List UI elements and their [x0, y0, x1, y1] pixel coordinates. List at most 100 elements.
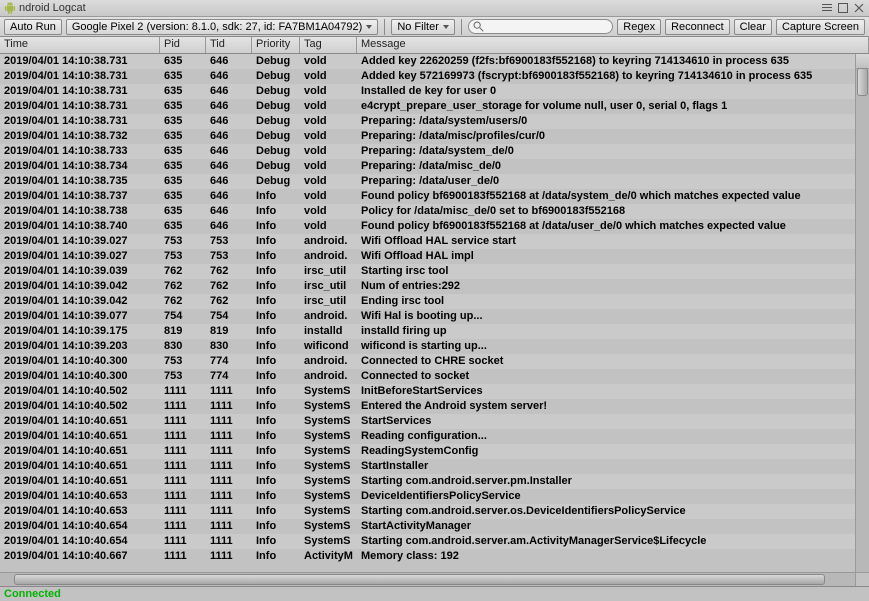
table-row[interactable]: 2019/04/01 14:10:38.731635646DebugvoldAd… — [0, 54, 855, 69]
cell: Found policy bf6900183f552168 at /data/u… — [357, 219, 855, 234]
filter-dropdown[interactable]: No Filter — [391, 19, 455, 35]
log-table: Time Pid Tid Priority Tag Message 2019/0… — [0, 37, 869, 586]
cell: 646 — [206, 159, 252, 174]
cell: vold — [300, 204, 357, 219]
search-input-wrap[interactable] — [468, 19, 613, 34]
cell: android. — [300, 309, 357, 324]
table-row[interactable]: 2019/04/01 14:10:38.735635646DebugvoldPr… — [0, 174, 855, 189]
cell: 2019/04/01 14:10:38.732 — [0, 129, 160, 144]
table-row[interactable]: 2019/04/01 14:10:40.65111111111InfoSyste… — [0, 459, 855, 474]
cell: Preparing: /data/user_de/0 — [357, 174, 855, 189]
cell: 2019/04/01 14:10:39.039 — [0, 264, 160, 279]
table-row[interactable]: 2019/04/01 14:10:40.65111111111InfoSyste… — [0, 474, 855, 489]
cell: Wifi Offload HAL service start — [357, 234, 855, 249]
cell: Info — [252, 204, 300, 219]
regex-button[interactable]: Regex — [617, 19, 661, 35]
cell: SystemS — [300, 489, 357, 504]
table-row[interactable]: 2019/04/01 14:10:38.731635646DebugvoldPr… — [0, 114, 855, 129]
cell: Policy for /data/misc_de/0 set to bf6900… — [357, 204, 855, 219]
cell: DeviceIdentifiersPolicyService — [357, 489, 855, 504]
cell: vold — [300, 69, 357, 84]
table-row[interactable]: 2019/04/01 14:10:39.077754754Infoandroid… — [0, 309, 855, 324]
table-row[interactable]: 2019/04/01 14:10:40.300753774Infoandroid… — [0, 354, 855, 369]
table-row[interactable]: 2019/04/01 14:10:39.175819819Infoinstall… — [0, 324, 855, 339]
cell: 1111 — [160, 489, 206, 504]
cell: Info — [252, 294, 300, 309]
reconnect-button[interactable]: Reconnect — [665, 19, 730, 35]
table-row[interactable]: 2019/04/01 14:10:39.027753753Infoandroid… — [0, 249, 855, 264]
table-row[interactable]: 2019/04/01 14:10:38.740635646InfovoldFou… — [0, 219, 855, 234]
cell: Debug — [252, 114, 300, 129]
scroll-thumb[interactable] — [14, 574, 825, 585]
cell: 2019/04/01 14:10:40.653 — [0, 504, 160, 519]
col-pid[interactable]: Pid — [160, 37, 206, 53]
capture-screen-button[interactable]: Capture Screen — [776, 19, 865, 35]
cell: Preparing: /data/misc/profiles/cur/0 — [357, 129, 855, 144]
search-input[interactable] — [484, 21, 608, 33]
table-row[interactable]: 2019/04/01 14:10:40.65111111111InfoSyste… — [0, 444, 855, 459]
cell: 2019/04/01 14:10:38.731 — [0, 54, 160, 69]
table-row[interactable]: 2019/04/01 14:10:38.731635646Debugvolde4… — [0, 99, 855, 114]
close-icon[interactable] — [853, 2, 865, 14]
cell: Info — [252, 429, 300, 444]
cell: irsc_util — [300, 264, 357, 279]
table-row[interactable]: 2019/04/01 14:10:40.50211111111InfoSyste… — [0, 384, 855, 399]
cell: 762 — [160, 264, 206, 279]
table-row[interactable]: 2019/04/01 14:10:38.732635646DebugvoldPr… — [0, 129, 855, 144]
cell: 1111 — [206, 489, 252, 504]
scroll-thumb[interactable] — [857, 68, 868, 96]
table-row[interactable]: 2019/04/01 14:10:40.65411111111InfoSyste… — [0, 519, 855, 534]
table-row[interactable]: 2019/04/01 14:10:40.65411111111InfoSyste… — [0, 534, 855, 549]
table-row[interactable]: 2019/04/01 14:10:40.66711111111InfoActiv… — [0, 549, 855, 564]
table-body: 2019/04/01 14:10:38.731635646DebugvoldAd… — [0, 54, 855, 572]
cell: StartActivityManager — [357, 519, 855, 534]
table-row[interactable]: 2019/04/01 14:10:40.65311111111InfoSyste… — [0, 504, 855, 519]
cell: 1111 — [206, 459, 252, 474]
cell: vold — [300, 54, 357, 69]
col-tid[interactable]: Tid — [206, 37, 252, 53]
cell: vold — [300, 189, 357, 204]
cell: 774 — [206, 354, 252, 369]
table-row[interactable]: 2019/04/01 14:10:39.027753753Infoandroid… — [0, 234, 855, 249]
cell: 635 — [160, 204, 206, 219]
table-row[interactable]: 2019/04/01 14:10:38.731635646DebugvoldAd… — [0, 69, 855, 84]
col-priority[interactable]: Priority — [252, 37, 300, 53]
cell: Info — [252, 234, 300, 249]
cell: e4crypt_prepare_user_storage for volume … — [357, 99, 855, 114]
auto-run-button[interactable]: Auto Run — [4, 19, 62, 35]
table-row[interactable]: 2019/04/01 14:10:40.65311111111InfoSyste… — [0, 489, 855, 504]
vertical-scrollbar[interactable] — [855, 54, 869, 572]
table-row[interactable]: 2019/04/01 14:10:38.731635646DebugvoldIn… — [0, 84, 855, 99]
cell: 2019/04/01 14:10:40.653 — [0, 489, 160, 504]
cell: 762 — [160, 294, 206, 309]
table-row[interactable]: 2019/04/01 14:10:38.738635646InfovoldPol… — [0, 204, 855, 219]
cell: Ending irsc tool — [357, 294, 855, 309]
cell: 2019/04/01 14:10:39.203 — [0, 339, 160, 354]
table-row[interactable]: 2019/04/01 14:10:38.733635646DebugvoldPr… — [0, 144, 855, 159]
table-row[interactable]: 2019/04/01 14:10:39.039762762Infoirsc_ut… — [0, 264, 855, 279]
window-menu-icon[interactable] — [821, 2, 833, 14]
table-row[interactable]: 2019/04/01 14:10:40.300753774Infoandroid… — [0, 369, 855, 384]
horizontal-scrollbar[interactable] — [0, 572, 855, 586]
table-row[interactable]: 2019/04/01 14:10:39.203830830Infowificon… — [0, 339, 855, 354]
clear-button[interactable]: Clear — [734, 19, 772, 35]
maximize-icon[interactable] — [837, 2, 849, 14]
cell: Preparing: /data/system/users/0 — [357, 114, 855, 129]
table-row[interactable]: 2019/04/01 14:10:40.65111111111InfoSyste… — [0, 414, 855, 429]
cell: Info — [252, 504, 300, 519]
table-row[interactable]: 2019/04/01 14:10:40.65111111111InfoSyste… — [0, 429, 855, 444]
table-row[interactable]: 2019/04/01 14:10:40.50211111111InfoSyste… — [0, 399, 855, 414]
col-message[interactable]: Message — [357, 37, 869, 53]
cell: Debug — [252, 99, 300, 114]
table-row[interactable]: 2019/04/01 14:10:39.042762762Infoirsc_ut… — [0, 294, 855, 309]
col-time[interactable]: Time — [0, 37, 160, 53]
cell: 2019/04/01 14:10:40.667 — [0, 549, 160, 564]
table-row[interactable]: 2019/04/01 14:10:39.042762762Infoirsc_ut… — [0, 279, 855, 294]
cell: SystemS — [300, 519, 357, 534]
cell: 635 — [160, 174, 206, 189]
table-row[interactable]: 2019/04/01 14:10:38.734635646DebugvoldPr… — [0, 159, 855, 174]
device-dropdown[interactable]: Google Pixel 2 (version: 8.1.0, sdk: 27,… — [66, 19, 378, 35]
col-tag[interactable]: Tag — [300, 37, 357, 53]
cell: 2019/04/01 14:10:40.651 — [0, 459, 160, 474]
table-row[interactable]: 2019/04/01 14:10:38.737635646InfovoldFou… — [0, 189, 855, 204]
